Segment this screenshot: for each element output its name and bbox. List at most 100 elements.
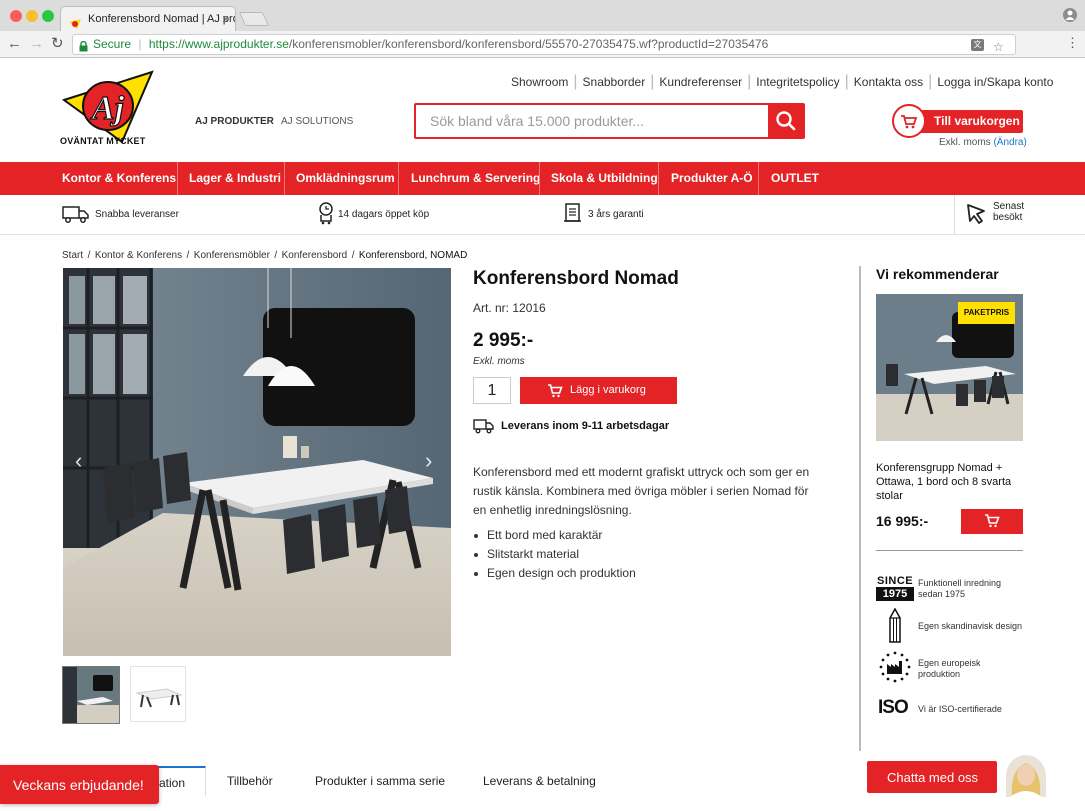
delivery-time: Leverans inom 9-11 arbetsdagar bbox=[501, 420, 670, 432]
main-nav: Kontor & Konferens Lager & Industri Omkl… bbox=[0, 162, 1085, 195]
truck-icon bbox=[62, 204, 90, 224]
quantity-input[interactable]: 1 bbox=[473, 377, 511, 404]
tab-aj-produkter[interactable]: AJ PRODUKTER bbox=[195, 116, 274, 127]
top-link-login[interactable]: Logga in/Skapa konto bbox=[937, 75, 1053, 89]
feature-bullet: Egen design och produktion bbox=[474, 566, 636, 580]
profile-icon[interactable] bbox=[1063, 8, 1077, 22]
tab-tillbehor[interactable]: Tillbehör bbox=[227, 774, 273, 788]
breadcrumb-konferensmobler[interactable]: Konferensmöbler bbox=[194, 250, 270, 261]
aj-favicon-icon bbox=[69, 14, 81, 29]
close-window-icon[interactable] bbox=[10, 10, 22, 22]
nav-kontor-konferens[interactable]: Kontor & Konferens bbox=[62, 162, 176, 195]
since-1975-icon: SINCE 1975 bbox=[876, 575, 914, 601]
feature-text-since: Funktionell inredning sedan 1975 bbox=[918, 578, 1002, 599]
cart-icon bbox=[547, 384, 563, 398]
add-to-cart-label: Lägg i varukorg bbox=[570, 384, 646, 396]
vat-setting: Exkl. moms (Ändra) bbox=[939, 137, 1027, 148]
chat-agent-avatar[interactable] bbox=[1006, 755, 1046, 797]
reload-icon[interactable]: ↻ bbox=[51, 34, 64, 52]
address-bar[interactable]: Secure | https://www.ajprodukter.se/konf… bbox=[72, 34, 1016, 55]
secure-label: Secure bbox=[93, 37, 132, 51]
nav-lunchrum-servering[interactable]: Lunchrum & Servering bbox=[411, 162, 540, 195]
usp-warranty: 3 års garanti bbox=[588, 209, 644, 220]
nav-skola-utbildning[interactable]: Skola & Utbildning bbox=[551, 162, 658, 195]
feature-text-design: Egen skandinavisk design bbox=[918, 621, 1023, 631]
url-domain: https://www.ajprodukter.se bbox=[148, 37, 289, 51]
tab-same-series[interactable]: Produkter i samma serie bbox=[315, 774, 445, 788]
thumbnail-1[interactable] bbox=[62, 666, 120, 724]
new-tab-button[interactable] bbox=[238, 12, 270, 26]
maximize-window-icon[interactable] bbox=[42, 10, 54, 22]
tab-delivery-payment[interactable]: Leverans & betalning bbox=[483, 774, 596, 788]
breadcrumb-start[interactable]: Start bbox=[62, 250, 83, 261]
cart-button[interactable]: Till varukorgen bbox=[892, 104, 1023, 138]
tab-title: Konferensbord Nomad | AJ pro bbox=[88, 13, 236, 25]
recommend-add-to-cart-button[interactable] bbox=[961, 509, 1023, 534]
browser-tab[interactable]: Konferensbord Nomad | AJ pro × bbox=[60, 6, 236, 31]
recommend-image[interactable]: PAKETPRIS bbox=[876, 294, 1023, 441]
feature-text-iso: Vi är ISO-certifierade bbox=[918, 704, 1002, 714]
add-to-cart-button[interactable]: Lägg i varukorg bbox=[520, 377, 677, 404]
menu-dots-icon[interactable]: ⋮ bbox=[1066, 36, 1079, 50]
translate-icon[interactable]: 文 bbox=[971, 39, 984, 51]
weekly-offer-button[interactable]: Veckans erbjudande! bbox=[0, 765, 159, 804]
cart-label: Till varukorgen bbox=[934, 114, 1020, 128]
top-link-kontakta-oss[interactable]: Kontakta oss bbox=[854, 75, 923, 89]
tab-aj-solutions[interactable]: AJ SOLUTIONS bbox=[281, 116, 353, 127]
breadcrumb-kontor[interactable]: Kontor & Konferens bbox=[95, 250, 182, 261]
product-description: Konferensbord med ett modernt grafiskt u… bbox=[473, 465, 810, 517]
recent-line1: Senast bbox=[993, 201, 1025, 212]
recently-viewed-button[interactable]: Senast besökt bbox=[966, 199, 1026, 229]
browser-toolbar: ← → ↻ Secure | https://www.ajprodukter.s… bbox=[0, 31, 1085, 58]
usp-fast-delivery: Snabba leveranser bbox=[95, 209, 179, 220]
search-box bbox=[414, 103, 805, 139]
next-image-icon[interactable]: › bbox=[425, 448, 432, 474]
pencil-icon bbox=[887, 607, 903, 644]
tab-strip: Konferensbord Nomad | AJ pro × bbox=[0, 0, 1085, 31]
sidebar-separator bbox=[876, 550, 1023, 551]
tab-close-icon[interactable]: × bbox=[222, 7, 229, 31]
top-link-integritetspolicy[interactable]: Integritetspolicy bbox=[756, 75, 839, 89]
product-title: Konferensbord Nomad bbox=[473, 268, 679, 289]
top-link-showroom[interactable]: Showroom bbox=[511, 75, 568, 89]
url-path: /konferensmobler/konferensbord/konferens… bbox=[288, 37, 769, 51]
price-vat-note: Exkl. moms bbox=[473, 356, 525, 367]
nav-produkter-a-o[interactable]: Produkter A-Ö bbox=[671, 162, 753, 195]
nav-outlet[interactable]: OUTLET bbox=[771, 162, 819, 195]
search-icon bbox=[776, 111, 796, 131]
usp-bar: Snabba leveranser 14 dagars öppet köp 3 … bbox=[0, 195, 1085, 235]
recommend-heading: Vi rekommenderar bbox=[876, 266, 999, 282]
usp-open-purchase: 14 dagars öppet köp bbox=[338, 209, 430, 220]
search-input[interactable] bbox=[416, 105, 769, 137]
product-image[interactable]: ‹ › bbox=[63, 268, 451, 656]
nav-omkladningsrum[interactable]: Omklädningsrum bbox=[296, 162, 395, 195]
minimize-window-icon[interactable] bbox=[26, 10, 38, 22]
product-price: 2 995:- bbox=[473, 330, 534, 351]
web-page: Aj OVÄNTAT MYCKET AJ PRODUKTER AJ SOLUTI… bbox=[0, 58, 1085, 811]
recommend-name[interactable]: Konferensgrupp Nomad + Ottawa, 1 bord oc… bbox=[876, 461, 1023, 503]
svg-text:Aj: Aj bbox=[90, 90, 125, 127]
sidebar-divider bbox=[859, 266, 861, 751]
top-link-snabborder[interactable]: Snabborder bbox=[583, 75, 646, 89]
star-icon[interactable]: ☆ bbox=[993, 38, 1004, 54]
chat-button[interactable]: Chatta med oss bbox=[867, 761, 997, 793]
forward-icon[interactable]: → bbox=[29, 35, 44, 52]
feature-text-production: Egen europeisk produktion bbox=[918, 658, 981, 679]
eu-factory-icon bbox=[878, 650, 912, 684]
breadcrumb-current: Konferensbord, NOMAD bbox=[358, 250, 468, 261]
cart-icon bbox=[892, 104, 926, 138]
back-icon[interactable]: ← bbox=[7, 35, 22, 52]
weekly-offer-label: Veckans erbjudande! bbox=[13, 777, 144, 793]
top-link-kundreferenser[interactable]: Kundreferenser bbox=[659, 75, 742, 89]
recent-line2: besökt bbox=[993, 212, 1023, 223]
return-icon bbox=[318, 201, 334, 225]
breadcrumb-konferensbord[interactable]: Konferensbord bbox=[282, 250, 348, 261]
feature-bullet: Slitstarkt material bbox=[473, 547, 580, 561]
prev-image-icon[interactable]: ‹ bbox=[75, 448, 82, 474]
search-button[interactable] bbox=[768, 105, 803, 137]
thumbnail-2[interactable] bbox=[130, 666, 186, 722]
nav-lager-industri[interactable]: Lager & Industri bbox=[189, 162, 281, 195]
vat-change-link[interactable]: (Ändra) bbox=[993, 137, 1026, 148]
top-links: Showroom | Snabborder | Kundreferenser | Integ… bbox=[511, 73, 1054, 90]
cursor-icon bbox=[966, 203, 988, 225]
